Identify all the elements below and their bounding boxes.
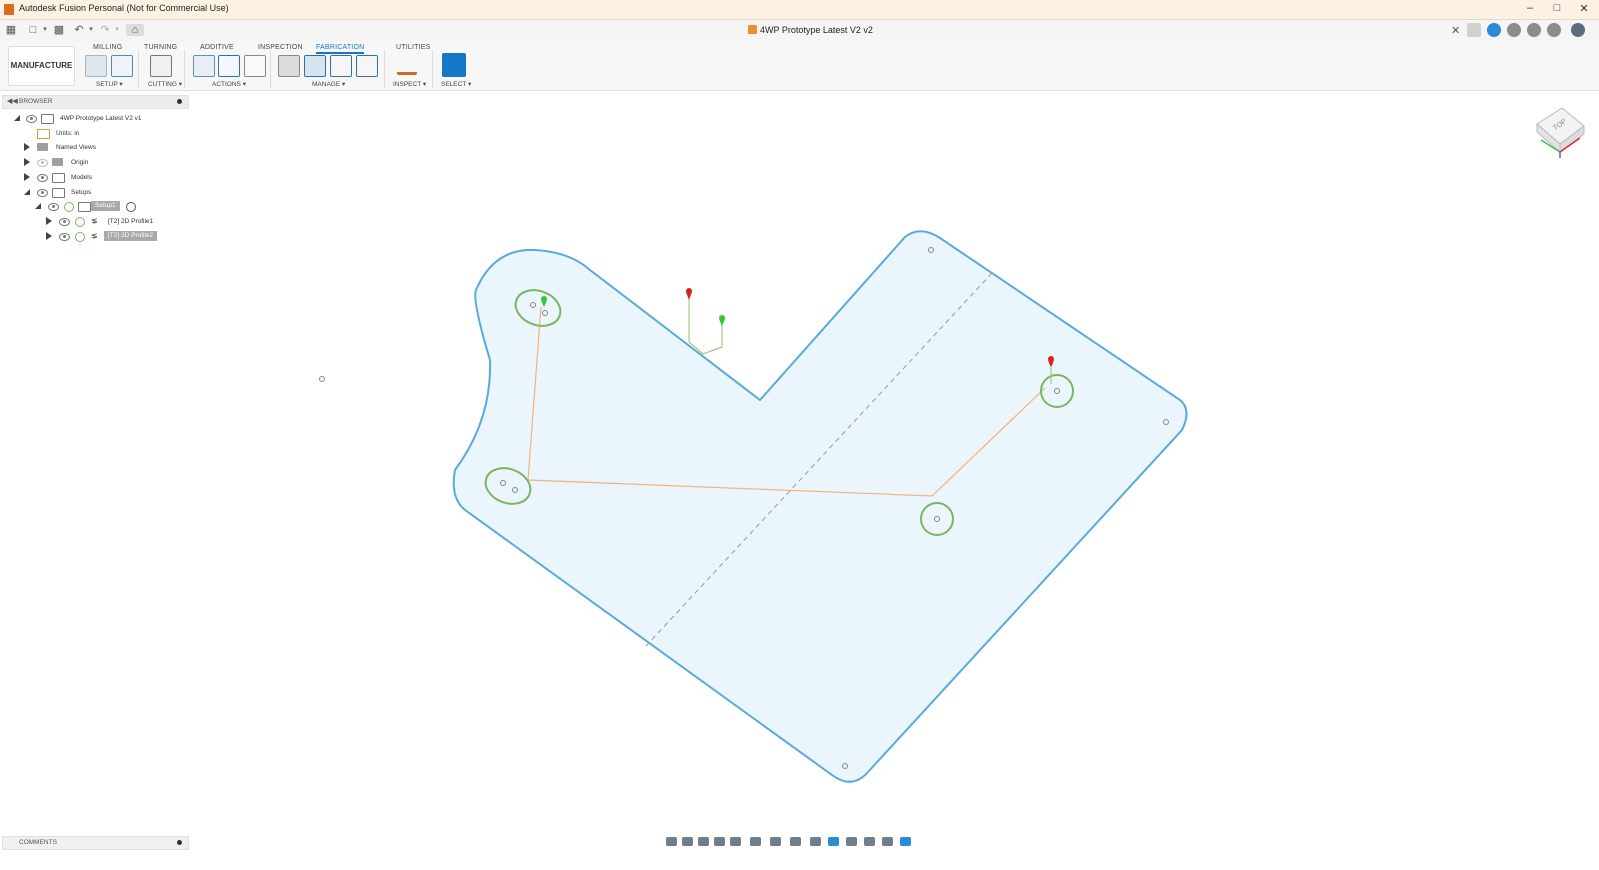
comments-panel[interactable]: COMMENTS xyxy=(2,836,189,850)
look-at-icon[interactable] xyxy=(682,837,693,846)
lead-in-path xyxy=(688,297,723,355)
pan-icon[interactable] xyxy=(698,837,709,846)
viewports-icon[interactable] xyxy=(790,837,801,846)
tool-display-icon[interactable] xyxy=(864,837,875,846)
part-outline[interactable] xyxy=(452,230,1188,783)
display-settings-icon[interactable] xyxy=(750,837,761,846)
grid-snap-icon[interactable] xyxy=(770,837,781,846)
stray-point xyxy=(319,376,325,382)
pin-icon[interactable] xyxy=(177,840,182,845)
canvas-viewport[interactable]: TOP xyxy=(0,0,1599,870)
navigation-bar xyxy=(660,835,915,849)
comments-title: COMMENTS xyxy=(19,839,57,846)
stock-icon[interactable] xyxy=(846,837,857,846)
section-icon[interactable] xyxy=(810,837,821,846)
toolpath-display-icon[interactable] xyxy=(882,837,893,846)
fit-icon[interactable] xyxy=(730,837,741,846)
orbit-icon[interactable] xyxy=(666,837,677,846)
start-marker-icon xyxy=(686,288,692,300)
more-options-icon[interactable] xyxy=(900,837,911,846)
zoom-icon[interactable] xyxy=(714,837,725,846)
view-cube[interactable]: TOP xyxy=(1536,107,1585,158)
simulation-icon[interactable] xyxy=(828,837,839,846)
entry-marker-icon xyxy=(719,315,725,326)
